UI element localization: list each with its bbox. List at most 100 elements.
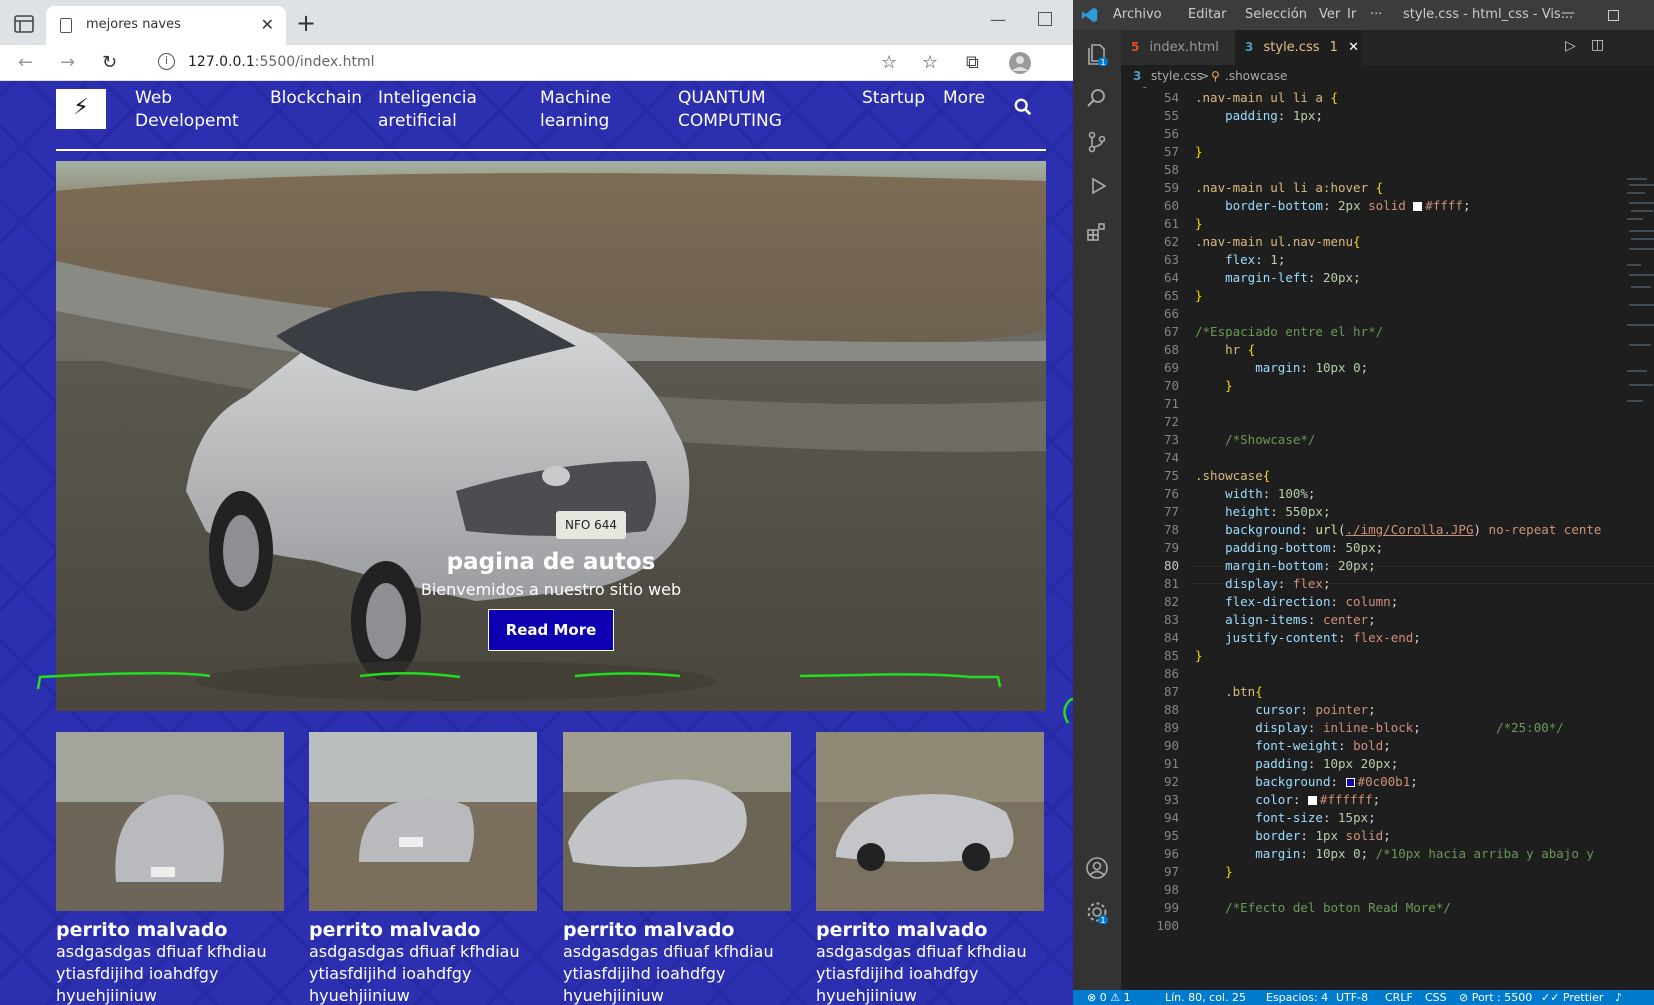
menu-editar[interactable]: Editar <box>1188 7 1227 22</box>
code-line[interactable]: 87 .btn{ <box>1121 683 1654 701</box>
code-line[interactable]: 70 } <box>1121 377 1654 395</box>
nav-item-blockchain[interactable]: Blockchain <box>270 87 362 110</box>
code-line[interactable]: 89 display: inline-block; /*25:00*/ <box>1121 719 1654 737</box>
nav-item-machine-learning[interactable]: Machine learning <box>540 87 611 133</box>
run-icon[interactable]: ▷ <box>1565 38 1576 54</box>
code-line[interactable]: 82 flex-direction: column; <box>1121 593 1654 611</box>
code-line[interactable]: 59 .nav-main ul li a:hover { <box>1121 179 1654 197</box>
card-2[interactable]: perrito malvado asdgasdgas dfiuaf kfhdia… <box>309 732 537 1005</box>
code-line[interactable]: 75 .showcase{ <box>1121 467 1654 485</box>
code-line[interactable]: 86 <box>1121 665 1654 683</box>
code-line[interactable]: 64 margin-left: 20px; <box>1121 269 1654 287</box>
add-favorite-icon[interactable]: ☆ <box>881 52 897 73</box>
split-editor-icon[interactable]: ◫ <box>1591 37 1604 53</box>
extensions-icon[interactable] <box>1085 220 1109 244</box>
code-line[interactable]: 62 .nav-main ul.nav-menu{ <box>1121 233 1654 251</box>
nav-item-web-development[interactable]: Web Developemt <box>135 87 239 133</box>
code-line[interactable]: 94 font-size: 15px; <box>1121 809 1654 827</box>
close-tab-icon[interactable]: ✕ <box>261 15 274 34</box>
account-icon[interactable] <box>1085 856 1109 880</box>
read-more-button[interactable]: Read More <box>488 609 614 651</box>
forward-icon[interactable]: → <box>60 52 75 73</box>
tab-style-css[interactable]: 3 style.css 1 ✕ <box>1235 30 1361 65</box>
code-line[interactable]: 55 padding: 1px; <box>1121 107 1654 125</box>
breadcrumb-file[interactable]: style.css <box>1151 65 1203 87</box>
code-line[interactable]: 56 <box>1121 125 1654 143</box>
nav-item-quantum[interactable]: QUANTUM COMPUTING <box>678 87 782 133</box>
card-1[interactable]: perrito malvado asdgasdgas dfiuaf kfhdia… <box>56 732 284 1005</box>
code-line[interactable]: 63 flex: 1; <box>1121 251 1654 269</box>
code-line[interactable]: 68 hr { <box>1121 341 1654 359</box>
settings-gear-icon[interactable]: 1 <box>1085 900 1109 924</box>
maximize-icon[interactable] <box>1038 12 1052 26</box>
nav-item-more[interactable]: More <box>943 87 985 110</box>
code-line[interactable]: 95 border: 1px solid; <box>1121 827 1654 845</box>
menu-ver[interactable]: Ver <box>1319 7 1340 22</box>
address-bar[interactable]: i 127.0.0.1:5500/index.html ☆ <box>146 47 926 79</box>
code-line[interactable]: 65} <box>1121 287 1654 305</box>
url-text[interactable]: 127.0.0.1:5500/index.html <box>188 54 375 70</box>
code-line[interactable]: 80 margin-bottom: 20px; <box>1121 557 1654 575</box>
code-line[interactable]: 76 width: 100%; <box>1121 485 1654 503</box>
search-icon[interactable] <box>1014 98 1032 116</box>
maximize-icon[interactable] <box>1608 10 1619 21</box>
encoding[interactable]: UTF-8 <box>1336 990 1368 1005</box>
code-line[interactable]: 78 background: url(./img/Corolla.JPG) no… <box>1121 521 1654 539</box>
code-line[interactable]: 83 align-items: center; <box>1121 611 1654 629</box>
minimize-icon[interactable]: — <box>990 10 1006 29</box>
nav-item-startup[interactable]: Startup <box>862 87 925 110</box>
run-debug-icon[interactable] <box>1085 174 1109 198</box>
code-line[interactable]: 96 margin: 10px 0; /*10px hacia arriba y… <box>1121 845 1654 863</box>
profile-avatar-icon[interactable] <box>1008 51 1032 75</box>
code-line[interactable]: 58 <box>1121 161 1654 179</box>
code-line[interactable]: 85} <box>1121 647 1654 665</box>
menu-seleccion[interactable]: Selección <box>1245 7 1307 22</box>
code-line[interactable]: 79 padding-bottom: 50px; <box>1121 539 1654 557</box>
code-line[interactable]: 69 margin: 10px 0; <box>1121 359 1654 377</box>
collections-icon[interactable]: ⧉ <box>966 52 979 73</box>
code-line[interactable]: 57} <box>1121 143 1654 161</box>
code-line[interactable]: 84 justify-content: flex-end; <box>1121 629 1654 647</box>
menu-archivo[interactable]: Archivo <box>1113 7 1162 22</box>
source-control-icon[interactable] <box>1085 130 1109 154</box>
reload-icon[interactable]: ↻ <box>102 52 117 73</box>
code-line[interactable]: 91 padding: 10px 20px; <box>1121 755 1654 773</box>
tab-actions-icon[interactable] <box>12 12 36 36</box>
code-line[interactable]: 61} <box>1121 215 1654 233</box>
code-line[interactable]: 72 <box>1121 413 1654 431</box>
code-line[interactable]: 66 <box>1121 305 1654 323</box>
minimap[interactable] <box>1625 174 1654 414</box>
code-line[interactable]: 60 border-bottom: 2px solid #ffff; <box>1121 197 1654 215</box>
search-icon[interactable] <box>1085 86 1109 110</box>
favorites-icon[interactable]: ☆ <box>922 52 938 73</box>
code-line[interactable]: 88 cursor: pointer; <box>1121 701 1654 719</box>
close-tab-icon[interactable]: ✕ <box>1348 40 1359 55</box>
code-editor[interactable]: 54 .nav-main ul li a {55 padding: 1px; 56 5… <box>1121 87 1654 990</box>
menu-ir[interactable]: Ir <box>1347 7 1356 22</box>
code-line[interactable]: 90 font-weight: bold; <box>1121 737 1654 755</box>
code-line[interactable]: 93 color: #ffffff; <box>1121 791 1654 809</box>
live-server-port[interactable]: ⊘ Port : 5500 <box>1459 990 1532 1005</box>
minimize-icon[interactable]: — <box>1561 5 1575 21</box>
problems-indicator[interactable]: ⊗ 0 ⚠ 1 <box>1087 990 1131 1005</box>
language-mode[interactable]: CSS <box>1425 990 1447 1005</box>
code-line[interactable]: 99 /*Efecto del boton Read More*/ <box>1121 899 1654 917</box>
breadcrumb-symbol[interactable]: .showcase <box>1225 65 1287 87</box>
code-line[interactable]: 92 background: #0c00b1; <box>1121 773 1654 791</box>
cursor-position[interactable]: Lín. 80, col. 25 <box>1165 990 1246 1005</box>
code-line[interactable]: 100 <box>1121 917 1654 935</box>
code-line[interactable]: 81 display: flex; <box>1121 575 1654 593</box>
code-line[interactable]: 98 <box>1121 881 1654 899</box>
info-icon[interactable]: i <box>158 53 175 70</box>
browser-tab[interactable]: mejores naves ✕ <box>46 6 286 45</box>
code-line[interactable]: 67 /*Espaciado entre el hr*/ <box>1121 323 1654 341</box>
code-line[interactable]: 73 /*Showcase*/ <box>1121 431 1654 449</box>
notifications-icon[interactable]: ♪ <box>1615 990 1622 1005</box>
code-line[interactable]: 74 <box>1121 449 1654 467</box>
nav-item-inteligencia[interactable]: Inteligencia aretificial <box>378 87 477 133</box>
code-line[interactable]: 71 <box>1121 395 1654 413</box>
tab-index-html[interactable]: 5 index.html ● <box>1121 30 1235 90</box>
code-line[interactable]: 54 .nav-main ul li a { <box>1121 89 1654 107</box>
prettier-status[interactable]: ✓✓ Prettier <box>1541 990 1603 1005</box>
back-icon[interactable]: ← <box>18 52 33 73</box>
